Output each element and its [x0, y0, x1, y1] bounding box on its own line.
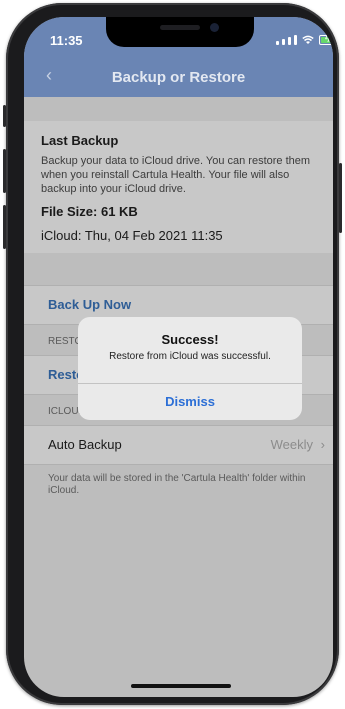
- mute-switch: [3, 105, 6, 127]
- last-backup-card: Last Backup Backup your data to iCloud d…: [24, 121, 333, 253]
- back-up-now-label: Back Up Now: [48, 297, 132, 312]
- icloud-note: Your data will be stored in the 'Cartula…: [48, 473, 306, 496]
- home-indicator[interactable]: [131, 684, 231, 688]
- battery-icon: ϟ: [319, 34, 333, 45]
- screen: 11:35 ϟ ‹ Backup or Restore Last Backup …: [24, 17, 333, 697]
- success-alert: Success! Restore from iCloud was success…: [78, 317, 302, 420]
- last-backup-title: Last Backup: [41, 133, 119, 148]
- signal-bar: [276, 41, 279, 45]
- page-title: Backup or Restore: [111, 69, 246, 86]
- file-size: File Size: 61 KB: [41, 204, 138, 219]
- alert-message: Restore from iCloud was successful.: [109, 351, 271, 362]
- status-icons: ϟ: [276, 34, 333, 45]
- phone-frame: 11:35 ϟ ‹ Backup or Restore Last Backup …: [3, 3, 342, 705]
- volume-up-button: [3, 149, 6, 193]
- notch: [106, 17, 254, 47]
- camera-icon: [210, 23, 219, 32]
- section-gap: [24, 97, 333, 121]
- power-button: [339, 163, 342, 233]
- auto-backup-label: Auto Backup: [48, 437, 122, 452]
- volume-down-button: [3, 205, 6, 249]
- icloud-backup-date: iCloud: Thu, 04 Feb 2021 11:35: [41, 228, 223, 243]
- section-gap: [24, 253, 333, 285]
- dismiss-button[interactable]: Dismiss: [78, 384, 302, 420]
- auto-backup-row[interactable]: Auto Backup Weekly ›: [24, 425, 333, 465]
- wifi-icon: [302, 35, 314, 44]
- signal-bar: [294, 35, 297, 45]
- status-time: 11:35: [50, 33, 83, 48]
- last-backup-description: Backup your data to iCloud drive. You ca…: [41, 155, 311, 195]
- signal-bar: [288, 37, 291, 45]
- signal-bar: [282, 39, 285, 45]
- chevron-right-icon: ›: [320, 437, 325, 452]
- alert-title: Success!: [161, 332, 219, 347]
- auto-backup-value: Weekly: [270, 437, 313, 452]
